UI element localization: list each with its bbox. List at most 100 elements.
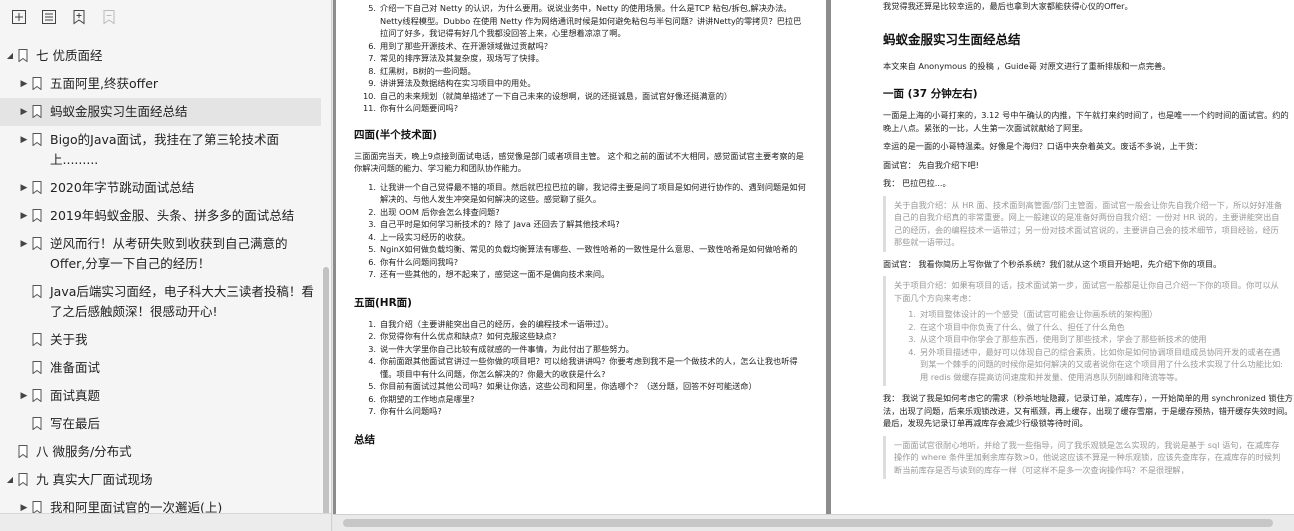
outline-item[interactable]: ▶Java后端实习面经，电子科大大三读者投稿！看了之后感触颇深！很感动开心! — [0, 278, 321, 326]
outline-item[interactable]: ▶ Bigo的Java面试，我挂在了第三轮技术面上......... — [0, 126, 321, 174]
pdf-page-right: 我觉得我还算是比较幸运的，最后也拿到大家都能获得心仪的Offer。 蚂蚁金服实习… — [831, 0, 1294, 514]
bookmark-icon — [32, 333, 44, 347]
list-text: 从这个项目中你学会了那些东西，使用到了那些技术，学会了那些新技术的使用 — [920, 334, 1207, 344]
list-text: 你有什么问题要问吗? — [380, 103, 459, 113]
list-item: 3. 从这个项目中你学会了那些东西，使用到了那些技术，学会了那些新技术的使用 — [894, 333, 1286, 346]
list-item: 3. 说一件大学里你自己比较有成就感的一件事情，为此付出了那些努力。 — [354, 343, 808, 356]
outline-item[interactable]: ▶八 微服务/分布式 — [0, 438, 321, 466]
list-number: 4. — [368, 231, 376, 242]
round1-paragraph-1: 一面是上海的小哥打来的，3.12 号中午确认的内推，下午就打来约时间了，也是唯一… — [883, 110, 1289, 133]
list-text: 对项目整体设计的一个感受（面试官可能会让你画系统的架构图） — [920, 309, 1158, 319]
list-item: 1. 自我介绍（主要讲能突出自己的经历，会的编程技术一语带过）。 — [354, 318, 808, 331]
outline-item[interactable]: ▶ 面试真题 — [0, 382, 321, 410]
list-number: 1. — [368, 181, 376, 192]
document-view: 5. 介绍一下自己对 Netty 的认识，为什么要用。说说业务中，Netty 的使… — [333, 0, 1294, 531]
list-item: 7. 常见的排序算法及其复杂度，现场写了快排。 — [354, 52, 808, 65]
article-title: 蚂蚁金服实习生面经总结 — [883, 31, 1021, 47]
list-number: 5. — [368, 381, 376, 391]
list-number: 7. — [368, 53, 376, 63]
article-intro: 本文来自 Anonymous 的投稿 ，Guide哥 对原文进行了重新排版和一点… — [883, 60, 1171, 71]
list-item: 4. 另外项目描述中，最好可以体现自己的综合素质，比如你是如何协调项目组成员协同开… — [894, 346, 1286, 384]
bookmark-toolbar — [0, 0, 331, 34]
sidebar-horizontal-scrollbar[interactable] — [0, 513, 331, 531]
list-text: 自己的未来规划（就简单描述了一下自己未来的设想啊，说的还挺诚恳，面试官好像还挺满… — [380, 90, 733, 101]
bookmark-sidebar: ◢ 七 优质面经 ▶ 五面阿里,终获offer ▶ 蚂蚁金服实习生面经总结 ▶ Bigo的Ja… — [0, 0, 332, 531]
project-intro-note-head: 关于项目介绍：如果有项目的话，技术面试第一步，面试官一般都是让你自己介绍一下你的… — [894, 280, 1279, 303]
outline-item[interactable]: ◢ 九 真实大厂面试现场 — [0, 466, 321, 494]
sidebar-scrollbar-thumb[interactable] — [323, 267, 329, 525]
outline-item[interactable]: ▶ 逆风而行！从考研失败到收获到自己满意的Offer,分享一下自己的经历！ — [0, 230, 321, 278]
list-text: NginX如何做负载均衡、常见的负载均衡算法有哪些、一致性哈希的一致性是什么意思… — [380, 244, 798, 254]
outline-item[interactable]: ▶ 2020年字节跳动面试总结 — [0, 174, 321, 202]
list-number: 8. — [368, 65, 376, 76]
list-item: 7. 还有一些其他的，想不起来了，感觉这一面不是偏向技术来问。 — [354, 268, 808, 281]
outline-item-label: 准备面试 — [50, 360, 101, 375]
project-intro-tips: 1. 对项目整体设计的一个感受（面试官可能会让你画系统的架构图） 2. 在这个项目中你… — [894, 308, 1286, 383]
horizontal-scrollbar[interactable] — [333, 514, 1294, 531]
outline-item-label: 七 优质面经 — [36, 48, 103, 63]
bookmark-icon — [32, 417, 44, 431]
list-text: 你目前有面试过其他公司吗？如果让你选，这些公司和阿里，你选哪个？（送分题，回答不… — [380, 381, 757, 391]
list-text: 出现 OOM 后你会怎么排查问题? — [380, 206, 500, 217]
list-text: 自己平时是如何学习新技术的？除了 Java 还回去了解其他技术吗? — [380, 219, 620, 229]
outline-item-label: 八 微服务/分布式 — [36, 444, 132, 459]
list-item: 6. 你有什么问题问我吗? — [354, 256, 808, 269]
pdf-page-left: 5. 介绍一下自己对 Netty 的认识，为什么要用。说说业务中，Netty 的使… — [336, 0, 826, 514]
project-intro-note: 关于项目介绍：如果有项目的话，技术面试第一步，面试官一般都是让你自己介绍一下你的… — [883, 276, 1294, 386]
chevron-right-icon[interactable]: ▶ — [18, 234, 30, 254]
outline-item-label: 2020年字节跳动面试总结 — [50, 180, 195, 195]
answer-2: 我： 我说了我是如何考虑它的需求（秒杀地址隐藏，记录订单，减库存），一开始简单的… — [883, 393, 1293, 428]
chevron-right-icon[interactable]: ▶ — [18, 206, 30, 226]
chevron-down-icon[interactable]: ◢ — [4, 470, 16, 490]
add-bookmark-icon[interactable] — [68, 6, 90, 28]
section-heading-round4: 四面(半个技术面) — [354, 128, 438, 141]
list-text: 让我讲一个自己觉得最不错的项目。然后就巴拉巴拉的聊，我记得主要是问了项目是如何进… — [380, 181, 806, 205]
optimistic-lock-note-text: 一面面试官很耐心地听，并给了我一些指导，问了我乐观锁是怎么实现的，我说是基于 s… — [894, 439, 1281, 475]
bookmark-icon — [18, 49, 30, 63]
question-list-round4: 1. 让我讲一个自己觉得最不错的项目。然后就巴拉巴拉的聊，我记得主要是问了项目是如… — [354, 181, 808, 281]
outline-item-label: 写在最后 — [50, 416, 101, 431]
list-number: 5. — [368, 3, 376, 13]
list-text: 你有什么问题吗? — [380, 406, 442, 416]
list-number: 6. — [368, 40, 376, 51]
section-heading-summary: 总结 — [354, 433, 375, 446]
list-text: 还有一些其他的，想不起来了，感觉这一面不是偏向技术来问。 — [380, 269, 610, 279]
bookmark-icon — [32, 209, 44, 223]
answer-1: 我： 巴拉巴拉...。 — [883, 178, 951, 188]
list-number: 4. — [908, 346, 916, 357]
outline-item[interactable]: ▶ 五面阿里,终获offer — [0, 70, 321, 98]
self-intro-note: 关于自我介绍：从 HR 面、技术面到高管面/部门主管面，面试官一般会让你先自我介… — [883, 195, 1294, 252]
collapse-all-icon[interactable] — [38, 6, 60, 28]
sidebar-scrollbar[interactable] — [323, 42, 329, 525]
list-item: 6. 你期望的工作地点是哪里? — [354, 393, 808, 406]
chevron-right-icon[interactable]: ▶ — [18, 386, 30, 406]
outline-item[interactable]: ▶关于我 — [0, 326, 321, 354]
list-item: 1. 对项目整体设计的一个感受（面试官可能会让你画系统的架构图） — [894, 308, 1286, 321]
chevron-right-icon[interactable]: ▶ — [18, 102, 30, 122]
pdf-viewer: ◢ 七 优质面经 ▶ 五面阿里,终获offer ▶ 蚂蚁金服实习生面经总结 ▶ Bigo的Ja… — [0, 0, 1294, 531]
outline-item[interactable]: ◢ 七 优质面经 — [0, 42, 321, 70]
list-text: 你觉得你有什么优点和缺点？如何克服这些缺点? — [380, 331, 557, 341]
outline-item-label: 逆风而行！从考研失败到收获到自己满意的Offer,分享一下自己的经历！ — [50, 236, 288, 271]
chevron-right-icon[interactable]: ▶ — [18, 178, 30, 198]
expand-all-icon[interactable] — [8, 6, 30, 28]
horizontal-scrollbar-thumb[interactable] — [343, 519, 1273, 527]
bookmark-outline: ◢ 七 优质面经 ▶ 五面阿里,终获offer ▶ 蚂蚁金服实习生面经总结 ▶ Bigo的Ja… — [0, 42, 321, 531]
list-number: 2. — [368, 206, 376, 217]
chevron-down-icon[interactable]: ◢ — [4, 46, 16, 66]
chevron-right-icon[interactable]: ▶ — [18, 74, 30, 94]
list-item: 2. 在这个项目中你负责了什么、做了什么、担任了什么角色 — [894, 321, 1286, 334]
list-number: 6. — [368, 393, 376, 404]
list-item: 7. 你有什么问题吗? — [354, 405, 808, 418]
outline-item[interactable]: ▶ 2019年蚂蚁金服、头条、拼多多的面试总结 — [0, 202, 321, 230]
list-item: 11. 你有什么问题要问吗? — [354, 102, 808, 115]
outline-item[interactable]: ▶准备面试 — [0, 354, 321, 382]
list-number: 1. — [368, 318, 376, 329]
list-text: 上一段实习经历的收获。 — [380, 231, 471, 242]
bookmark-icon — [32, 181, 44, 195]
list-item: 5. 介绍一下自己对 Netty 的认识，为什么要用。说说业务中，Netty 的使… — [354, 2, 808, 40]
chevron-right-icon[interactable]: ▶ — [18, 130, 30, 150]
outline-item[interactable]: ▶ 蚂蚁金服实习生面经总结 — [0, 98, 321, 126]
outline-item[interactable]: ▶写在最后 — [0, 410, 321, 438]
outline-item-label: 关于我 — [50, 332, 88, 347]
